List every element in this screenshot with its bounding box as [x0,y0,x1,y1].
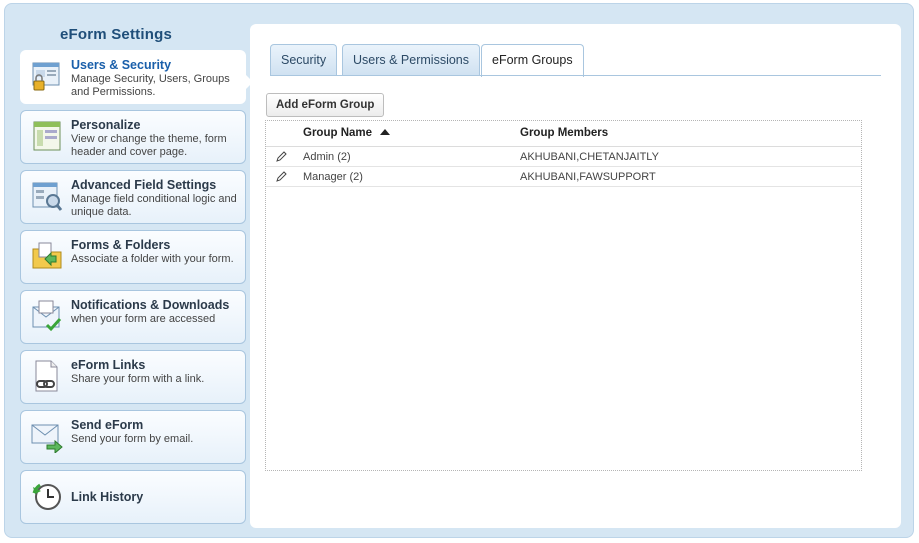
tab-security[interactable]: Security [270,44,338,76]
sidebar-item-forms-folders[interactable]: Forms & Folders Associate a folder with … [20,230,246,284]
tab-eform-groups[interactable]: eForm Groups [481,44,584,77]
email-icon [31,419,63,453]
sidebar-item-label: Users & Security [71,58,172,72]
group-members-cell: AKHUBANI,FAWSUPPORT [520,171,656,183]
advanced-field-icon [31,179,63,213]
sidebar-item-label: Send eForm [71,418,144,432]
sidebar-item-desc: Manage Security, Users, Groups and Permi… [71,73,230,98]
column-header-group-name[interactable]: Group Name [303,127,372,139]
sidebar-item-eform-links[interactable]: eForm Links Share your form with a link. [20,350,246,404]
add-eform-group-button[interactable]: Add eForm Group [266,93,385,117]
sidebar-item-desc: Share your form with a link. [71,373,205,385]
sort-ascending-icon [380,129,390,135]
group-members-cell: AKHUBANI,CHETANJAITLY [520,151,659,163]
sidebar-item-desc: when your form are accessed [71,313,216,325]
sidebar-item-label: Forms & Folders [71,238,171,252]
sidebar-item-label: eForm Links [71,358,146,372]
sidebar-item-send-eform[interactable]: Send eForm Send your form by email. [20,410,246,464]
sidebar-item-label: Notifications & Downloads [71,298,230,312]
edit-pencil-icon[interactable] [275,171,287,183]
sidebar-item-desc: Associate a folder with your form. [71,253,234,265]
sidebar-item-notifications-downloads[interactable]: Notifications & Downloads when your form… [20,290,246,344]
personalize-icon [31,119,63,153]
group-name-cell: Admin (2) [303,151,351,163]
edit-pencil-icon[interactable] [275,151,287,163]
tab-users-permissions[interactable]: Users & Permissions [342,44,480,76]
users-security-icon [31,59,63,93]
sidebar-item-label: Link History [71,490,144,504]
sidebar-item-label: Advanced Field Settings [71,178,217,192]
sidebar-item-desc: View or change the theme, form header an… [71,133,227,158]
sidebar-item-advanced-field-settings[interactable]: Advanced Field Settings Manage field con… [20,170,246,224]
sidebar-item-users-security[interactable]: Users & Security Manage Security, Users,… [20,50,246,104]
notification-icon [31,299,63,333]
table-header: Group Name Group Members [266,121,861,147]
groups-table: Group Name Group Members Admin (2) AKHUB… [265,120,862,471]
column-header-group-members[interactable]: Group Members [520,127,608,139]
tab-divider [270,75,881,76]
clock-icon [31,479,63,513]
table-row[interactable]: Admin (2) AKHUBANI,CHETANJAITLY [266,147,861,167]
sidebar-title: eForm Settings [60,26,172,43]
table-row[interactable]: Manager (2) AKHUBANI,FAWSUPPORT [266,167,861,187]
group-name-cell: Manager (2) [303,171,363,183]
link-icon [31,359,63,393]
sidebar-item-link-history[interactable]: Link History [20,470,246,524]
sidebar-item-desc: Send your form by email. [71,433,194,445]
sidebar-item-personalize[interactable]: Personalize View or change the theme, fo… [20,110,246,164]
sidebar-item-desc: Manage field conditional logic and uniqu… [71,193,237,218]
sidebar-item-label: Personalize [71,118,141,132]
main-panel: Security Users & Permissions eForm Group… [250,24,901,528]
folder-icon [31,239,63,273]
